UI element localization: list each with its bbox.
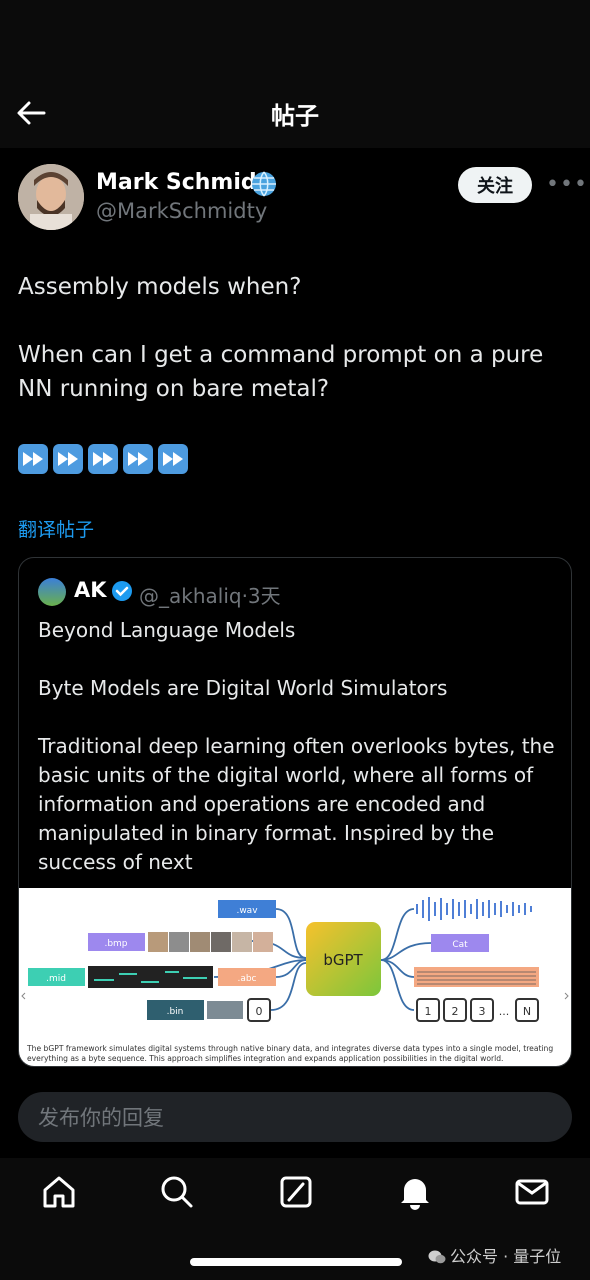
quoted-author-handle-and-time: @_akhaliq·3天 [139,580,281,609]
fast-forward-emoji-icon [18,444,48,474]
out-digit-n: N [523,1005,531,1018]
quoted-body: Traditional deep learning often overlook… [38,734,555,874]
bmp-label: .bmp [104,939,127,949]
verified-badge-icon [112,581,132,601]
bgpt-label: bGPT [323,951,363,969]
author-handle[interactable]: @MarkSchmidty [96,199,267,223]
notifications-bell-icon[interactable] [395,1172,435,1212]
image-thumbnails [148,932,273,952]
messages-mail-icon[interactable] [512,1172,552,1212]
translate-post-link[interactable]: 翻译帖子 [18,515,94,542]
abc-label: .abc [237,974,256,984]
out-digit-1: 1 [425,1005,432,1018]
fast-forward-emoji-icon [88,444,118,474]
home-indicator[interactable] [190,1258,402,1266]
quoted-post-card[interactable]: AK @_akhaliq·3天 Beyond Language Models B… [18,557,572,1067]
bin-label: .bin [167,1007,184,1017]
quoted-title: Beyond Language Models [38,618,296,642]
mid-label: .mid [46,974,66,984]
search-icon[interactable] [157,1172,197,1212]
page-title: 帖子 [271,102,319,130]
follow-button[interactable]: 关注 [458,167,532,203]
bin-zero-label: 0 [256,1005,263,1018]
figure-caption: The bGPT framework simulates digital sys… [27,1044,554,1063]
more-options-icon[interactable]: ••• [546,172,588,197]
quoted-author-name[interactable]: AK [74,578,107,602]
out-ellipsis: ... [499,1005,510,1018]
out-digit-2: 2 [452,1005,459,1018]
out-digit-3: 3 [479,1005,486,1018]
fast-forward-emoji-icon [53,444,83,474]
post-text-line-1: Assembly models when? [18,274,302,300]
reply-box[interactable] [18,1092,572,1144]
top-bar: 帖子 [0,0,590,148]
post-text-line-2: When can I get a command prompt on a pur… [18,342,544,402]
cat-label: Cat [452,940,468,950]
waveform [416,897,532,921]
quoted-author-handle[interactable]: @_akhaliq [139,584,242,608]
grok-icon[interactable] [276,1172,316,1212]
watermark-text: 公众号 · 量子位 [450,1247,562,1266]
wechat-icon [428,1250,446,1264]
author-avatar[interactable] [18,164,84,230]
globe-icon [252,171,276,197]
quoted-author-avatar[interactable] [38,578,66,606]
watermark: 公众号 · 量子位 [428,1243,561,1267]
home-icon[interactable] [39,1172,79,1212]
fast-forward-emoji-icon [158,444,188,474]
quoted-post-time: ·3天 [241,584,281,608]
wav-label: .wav [236,906,258,916]
author-name[interactable]: Mark Schmidt [96,170,267,195]
reply-input[interactable] [36,1092,540,1144]
quoted-subtitle: Byte Models are Digital World Simulators [38,676,448,700]
fast-forward-emoji-icon [123,444,153,474]
quoted-figure-image[interactable]: bGPT .wav .bmp .mid .abc .bin 0 Cat 1 2 … [19,888,571,1066]
fast-forward-emojis [18,444,188,474]
